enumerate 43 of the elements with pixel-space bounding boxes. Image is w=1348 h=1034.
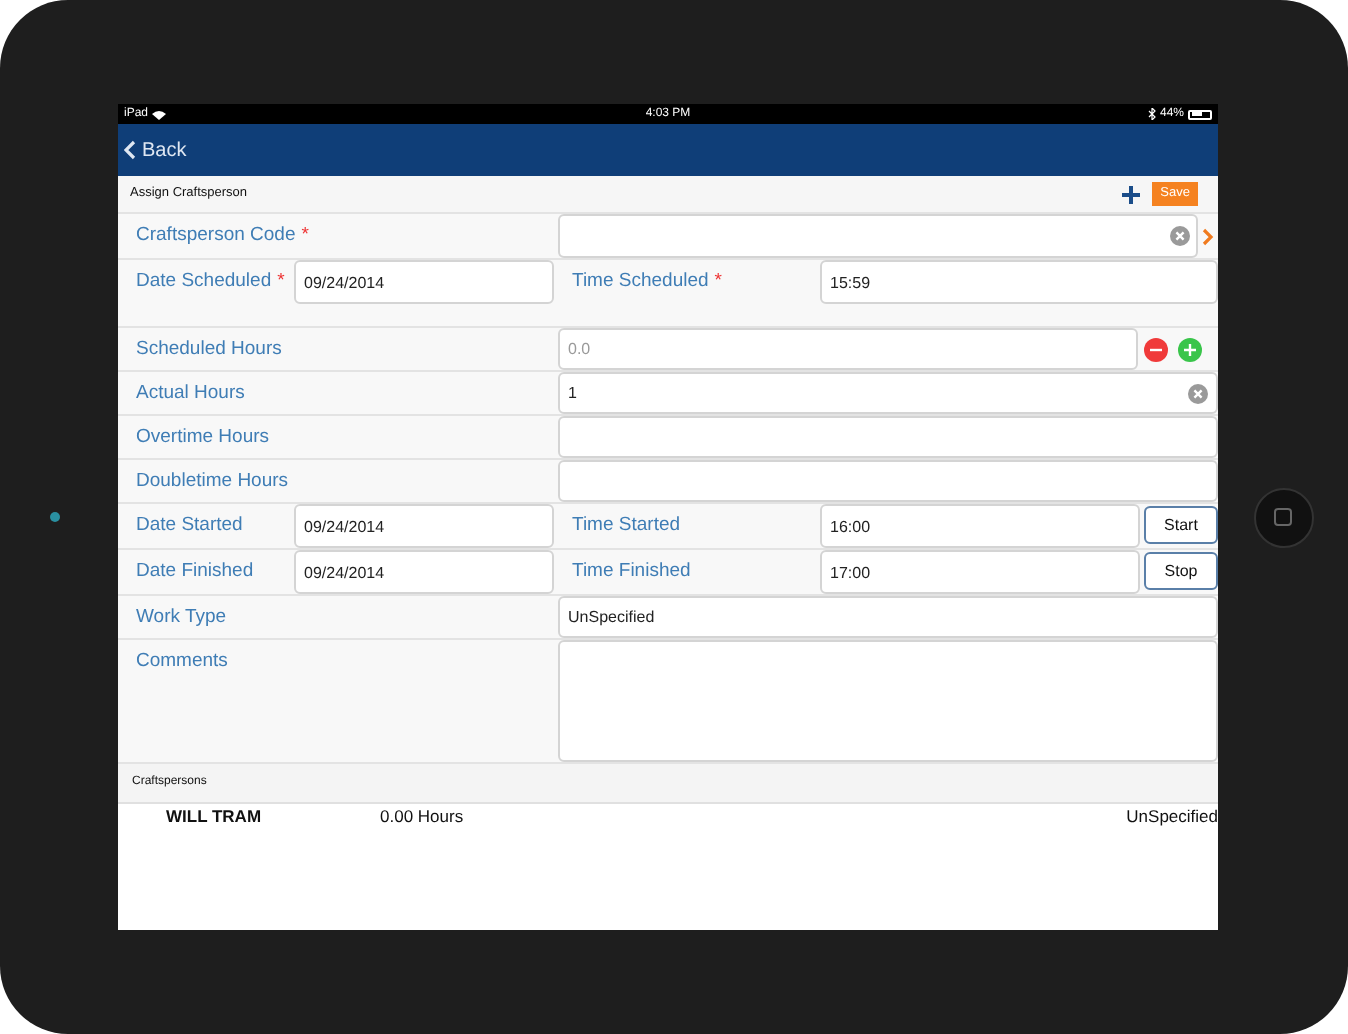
text-field[interactable] — [558, 416, 1218, 458]
field-label: Overtime Hours — [136, 425, 270, 449]
field-label: Time Finished — [572, 560, 691, 584]
field-label: Doubletime Hours — [136, 469, 289, 493]
field-label: Work Type — [136, 605, 227, 629]
battery-icon — [1188, 109, 1213, 119]
bluetooth-icon — [1148, 108, 1156, 120]
text-field[interactable] — [558, 460, 1218, 502]
minus-icon[interactable] — [1144, 337, 1168, 361]
text-field[interactable]: 1 — [558, 372, 1218, 414]
clear-icon[interactable] — [1188, 383, 1208, 403]
time-field[interactable]: 17:00 — [820, 550, 1140, 594]
chevron-right-icon[interactable] — [1202, 227, 1214, 245]
field-label: Time Scheduled * — [572, 270, 722, 294]
field-label: Comments — [136, 650, 228, 674]
wifi-icon — [152, 109, 167, 119]
date-field[interactable]: 09/24/2014 — [294, 550, 554, 594]
field-label: Craftsperson Code * — [136, 224, 309, 248]
field-label: Date Started — [136, 514, 243, 538]
clear-icon[interactable] — [1170, 226, 1190, 246]
timer-button[interactable]: Start — [1144, 506, 1218, 544]
comments-field[interactable] — [558, 640, 1218, 762]
text-field[interactable]: UnSpecified — [558, 596, 1218, 638]
field-label: Date Finished — [136, 560, 254, 584]
home-button[interactable] — [1253, 487, 1313, 547]
field-label: Date Scheduled * — [136, 270, 285, 294]
craftsperson-name: WILL TRAM — [164, 803, 264, 829]
craftsperson-work-type: UnSpecified — [1126, 803, 1218, 829]
camera-icon — [50, 512, 60, 522]
date-field[interactable]: 09/24/2014 — [294, 260, 554, 304]
time-field[interactable]: 15:59 — [820, 260, 1218, 304]
timer-button[interactable]: Stop — [1144, 552, 1218, 590]
field-label: Actual Hours — [136, 381, 245, 405]
back-button[interactable]: Back — [124, 135, 187, 165]
time-field[interactable]: 16:00 — [820, 504, 1140, 548]
lookup-field[interactable] — [558, 214, 1198, 258]
date-field[interactable]: 09/24/2014 — [294, 504, 554, 548]
field-label: Time Started — [572, 514, 681, 538]
plus-icon[interactable] — [1122, 185, 1141, 203]
craftsperson-hours: 0.00 Hours — [380, 803, 466, 829]
chevron-left-icon[interactable] — [124, 140, 136, 160]
field-label: Scheduled Hours — [136, 337, 282, 361]
hours-field[interactable]: 0.0 — [558, 328, 1138, 370]
